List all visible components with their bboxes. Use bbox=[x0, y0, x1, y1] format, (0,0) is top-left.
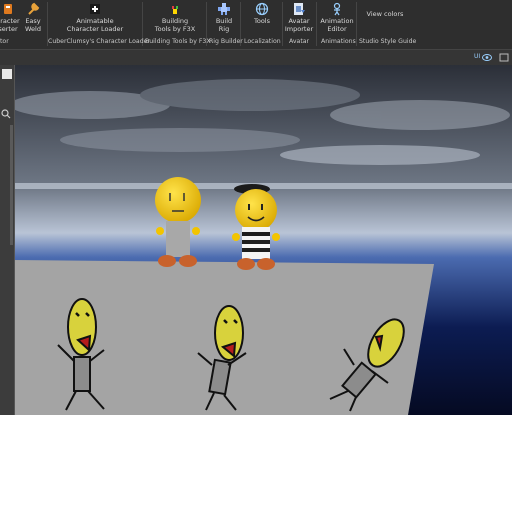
globe-icon bbox=[255, 2, 269, 16]
group-label: Animations bbox=[321, 38, 356, 45]
plugin-label: Importer bbox=[284, 25, 314, 33]
ribbon-separator bbox=[282, 2, 283, 46]
panel-tab[interactable] bbox=[2, 69, 12, 79]
group-label: CuberClumsy's Character Loader bbox=[48, 38, 150, 45]
plus-icon bbox=[90, 4, 100, 14]
group-label: Avatar bbox=[289, 38, 310, 45]
group-label: Localization bbox=[244, 38, 281, 45]
group-label: tor bbox=[0, 38, 9, 45]
ribbon-separator bbox=[356, 2, 357, 46]
plugin-label: View colors bbox=[366, 10, 404, 18]
search-icon[interactable] bbox=[1, 109, 11, 119]
plugin-label: Rig bbox=[218, 25, 230, 33]
fullscreen-icon[interactable] bbox=[499, 53, 509, 62]
plugin-label: Building bbox=[161, 17, 189, 25]
plugin-label: Animatable bbox=[76, 17, 114, 25]
group-label: Studio Style Guide bbox=[359, 38, 417, 45]
rig-icon bbox=[218, 3, 230, 15]
eye-icon[interactable] bbox=[482, 53, 492, 62]
plugin-label: Avatar bbox=[288, 17, 310, 25]
plugin-label: Editor bbox=[327, 25, 347, 33]
plugin-label: Animation bbox=[320, 17, 354, 25]
plugin-label: serter bbox=[0, 25, 18, 33]
easy-weld-button[interactable]: Easy Weld bbox=[22, 0, 44, 49]
panel-scrollbar[interactable] bbox=[10, 125, 13, 245]
group-label: Rig Builder bbox=[209, 38, 243, 45]
plugin-label: aracter bbox=[0, 17, 20, 25]
view-toolbar: UI bbox=[0, 49, 512, 66]
character-inserter-icon bbox=[4, 4, 12, 14]
left-panel bbox=[0, 65, 15, 415]
plugins-ribbon: aracter serter Easy Weld Animatable Char… bbox=[0, 0, 512, 49]
ui-toggle-label[interactable]: UI bbox=[474, 53, 480, 60]
plugin-label: Character Loader bbox=[66, 25, 124, 33]
plugin-label: Tools by F3X bbox=[154, 25, 196, 33]
game-viewport[interactable] bbox=[0, 65, 512, 415]
plugin-label: Weld bbox=[25, 25, 41, 33]
plugin-label: Easy bbox=[25, 17, 41, 25]
avatar-importer-icon bbox=[294, 3, 305, 15]
wrench-icon bbox=[28, 2, 40, 15]
plugin-label: Build bbox=[215, 17, 233, 25]
group-label: Building Tools by F3X bbox=[145, 38, 211, 45]
animation-icon bbox=[333, 2, 341, 16]
ribbon-separator bbox=[316, 2, 317, 46]
plugin-label: Tools bbox=[253, 17, 270, 25]
f3x-icon bbox=[172, 6, 178, 14]
